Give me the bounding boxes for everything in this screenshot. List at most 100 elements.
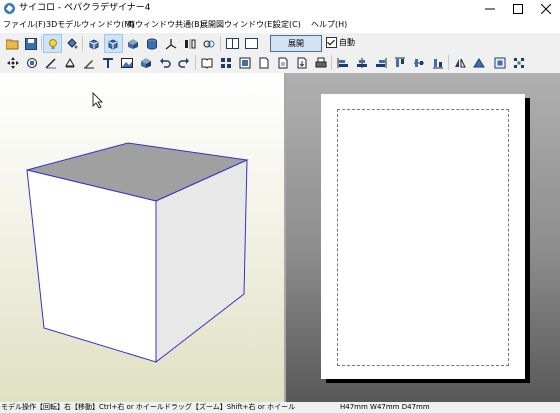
folder-open-icon [6, 39, 19, 49]
select-tool-button[interactable] [4, 54, 21, 71]
image-button[interactable] [118, 54, 135, 71]
book-button[interactable] [198, 54, 215, 71]
align-left-button[interactable] [334, 54, 351, 71]
unfold-button[interactable]: 展開 [270, 35, 322, 52]
rotate-part-button[interactable] [23, 54, 40, 71]
single-view-button[interactable] [243, 35, 260, 52]
save-button[interactable] [22, 35, 39, 52]
distribute-button[interactable] [510, 54, 527, 71]
shape-button[interactable] [470, 54, 487, 71]
mirror-button[interactable] [451, 54, 468, 71]
flip-icon [184, 38, 195, 49]
fit-page-button[interactable] [491, 54, 508, 71]
page-settings-icon [278, 57, 287, 68]
align-middle-button[interactable] [410, 54, 427, 71]
select-face-button[interactable] [124, 35, 141, 52]
auto-checkbox[interactable]: 自動 [326, 37, 355, 48]
toolbar-separator [82, 36, 83, 51]
export-page-icon [297, 57, 306, 68]
align-top-icon [394, 57, 405, 67]
align-left-icon [337, 57, 348, 68]
align-top-button[interactable] [391, 54, 408, 71]
align-bottom-icon [432, 58, 443, 68]
text-icon [102, 57, 113, 68]
page-layout-icon [239, 57, 250, 68]
flip-button[interactable] [181, 35, 198, 52]
edge-icon [44, 57, 56, 69]
cube-model[interactable] [0, 73, 284, 402]
open-button[interactable] [4, 35, 21, 52]
rotate-part-icon [26, 57, 37, 68]
lightbulb-icon [48, 38, 57, 49]
move-arrows-icon [6, 56, 19, 69]
menu-file[interactable]: ファイル(F) [1, 19, 48, 31]
status-bar: モデル操作【回転】右【移動】Ctrl+右 or ホイールドラッグ【ズーム】Shi… [0, 402, 560, 413]
title-bar: サイコロ - ペパクラデザイナー4 [0, 0, 560, 17]
flap-icon [64, 57, 75, 67]
rotate-model-button[interactable] [86, 35, 103, 52]
fold-link-button[interactable] [200, 35, 217, 52]
close-button[interactable] [532, 0, 560, 17]
flap-button[interactable] [61, 54, 78, 71]
part-cube-button[interactable] [137, 54, 154, 71]
axis-button[interactable] [162, 35, 179, 52]
menu-3d-model-window[interactable]: 3Dモデルウィンドウ(M) [44, 19, 136, 31]
menu-help[interactable]: ヘルプ(H) [309, 19, 349, 31]
cube-front-face [26, 169, 157, 363]
page-layout-button[interactable] [236, 54, 253, 71]
paint-button[interactable] [63, 35, 80, 52]
split-view-button[interactable] [224, 35, 241, 52]
align-right-button[interactable] [372, 54, 389, 71]
redo-button[interactable] [175, 54, 192, 71]
toolbar-main: 展開 自動 [0, 34, 560, 53]
page-settings-button[interactable] [274, 54, 291, 71]
text-button[interactable] [99, 54, 116, 71]
single-view-icon [245, 38, 258, 49]
face-select-icon [127, 38, 138, 49]
toolbar-edit [0, 53, 560, 72]
toolbar-separator [195, 55, 196, 70]
maximize-button[interactable] [504, 0, 532, 17]
mouse-cursor-icon [92, 92, 103, 109]
paint-bucket-icon [66, 37, 77, 48]
menu-unfold-window[interactable]: 展開図ウィンドウ(E) [198, 19, 277, 31]
cylinder-icon [146, 38, 157, 49]
toolbar-separator [220, 36, 221, 51]
join-edge-button[interactable] [42, 54, 59, 71]
align-right-icon [375, 57, 386, 68]
draw-button[interactable] [80, 54, 97, 71]
split-view-icon [226, 38, 239, 49]
grid-button[interactable] [217, 54, 234, 71]
undo-button[interactable] [156, 54, 173, 71]
print-area [337, 109, 509, 366]
window-title: サイコロ - ペパクラデザイナー4 [19, 3, 151, 13]
maximize-icon [513, 3, 523, 14]
light-toggle-button[interactable] [43, 34, 62, 53]
minimize-button[interactable] [476, 0, 504, 17]
export-button[interactable] [293, 54, 310, 71]
image-icon [120, 57, 133, 68]
move-model-button[interactable] [104, 34, 123, 53]
unfold-view[interactable] [286, 73, 560, 402]
align-center-button[interactable] [353, 54, 370, 71]
print-button[interactable] [312, 54, 329, 71]
book-icon [201, 58, 212, 69]
menu-both-windows[interactable]: 両ウィンドウ共通(B) [125, 19, 205, 31]
menu-settings[interactable]: 設定(C) [271, 19, 303, 31]
app-icon [4, 3, 15, 14]
new-page-button[interactable] [255, 54, 272, 71]
cube-icon [140, 57, 151, 68]
align-bottom-button[interactable] [429, 54, 446, 71]
link-icon [203, 40, 214, 47]
shape-icon [472, 57, 485, 67]
grid-icon [220, 57, 231, 68]
cube-rotate-icon [89, 38, 99, 50]
mirror-icon [454, 58, 466, 67]
printer-icon [315, 57, 326, 67]
checkbox-checked-icon [326, 37, 337, 48]
auto-label: 自動 [339, 38, 355, 47]
axis-icon [165, 38, 176, 50]
model-3d-view[interactable] [0, 73, 284, 402]
paper-sheet[interactable] [321, 94, 525, 379]
cylinder-button[interactable] [143, 35, 160, 52]
